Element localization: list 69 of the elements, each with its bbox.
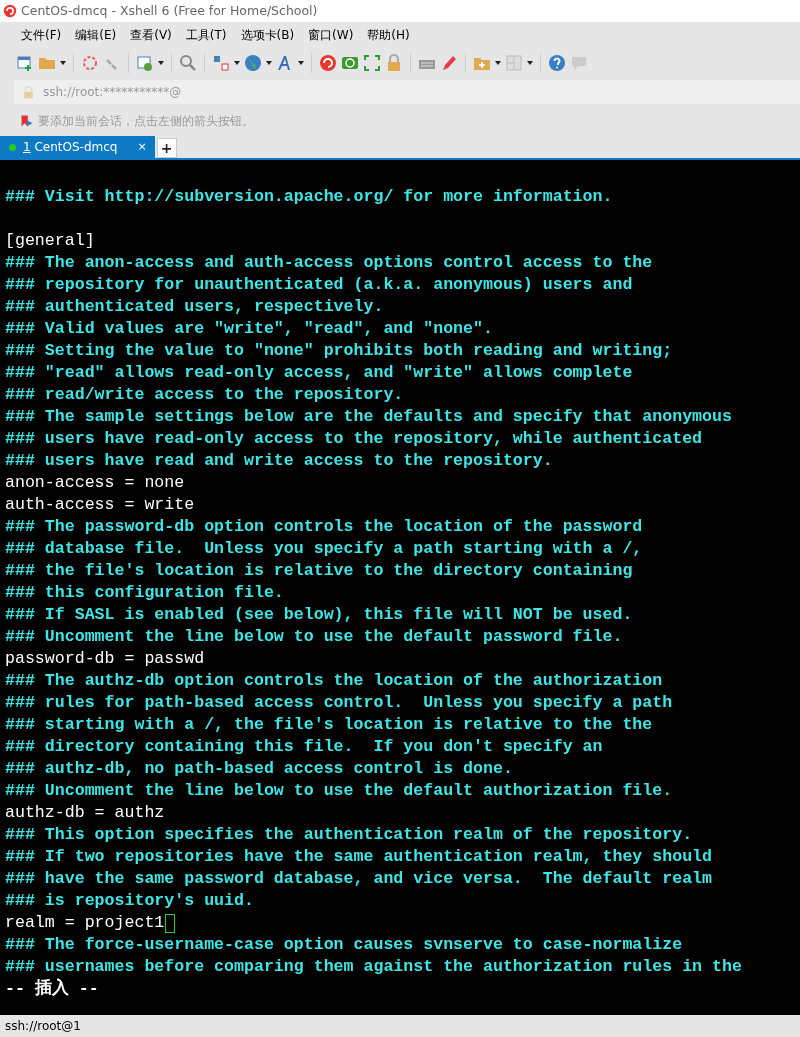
comment-line: ### The anon-access and auth-access options control access to the (5, 252, 653, 274)
config-line: realm = project1 (5, 912, 165, 934)
comment-line: ### authenticated users, respectively. (5, 296, 384, 318)
session-tab[interactable]: 1 CentOS-dmcq × (0, 136, 155, 158)
bookmark-arrow-icon (20, 114, 34, 128)
help-icon[interactable] (548, 54, 566, 72)
comment-line: ### Visit http://subversion.apache.org/ for more information. (5, 186, 613, 208)
comment-line: ### directory containing this file. If you don't specify an (5, 736, 603, 758)
comment-line: ### starting with a /, the file's location is relative to the the (5, 714, 653, 736)
dropdown-caret-icon[interactable] (234, 61, 240, 65)
layout-icon[interactable] (212, 54, 230, 72)
lock-icon[interactable] (385, 54, 403, 72)
comment-line: ### authz-db, no path-based access control is done. (5, 758, 513, 780)
comment-line: ### If SASL is enabled (see below), this file will NOT be used. (5, 604, 633, 626)
menu-item[interactable]: 编辑(E) (68, 26, 124, 44)
comment-line: ### rules for path-based access control. Unless you specify a path (5, 692, 673, 714)
app-logo-icon[interactable] (319, 54, 337, 72)
comment-line: ### is repository's uuid. (5, 890, 254, 912)
comment-line: ### The authz-db option controls the location of the authorization (5, 670, 663, 692)
mode-indicator: -- 插入 -- (5, 978, 99, 1000)
comment-line: ### "read" allows read-only access, and "write" allows complete (5, 362, 633, 384)
app-logo-icon (3, 4, 17, 18)
dropdown-caret-icon[interactable] (60, 61, 66, 65)
comment-line: ### Uncomment the line below to use the default password file. (5, 626, 623, 648)
status-text: ssh://root@1 (5, 1018, 81, 1035)
comment-line: ### have the same password database, and vice versa. The default realm (5, 868, 712, 890)
config-line: authz-db = authz (5, 802, 165, 824)
comment-line: ### read/write access to the repository. (5, 384, 404, 406)
fullscreen-icon[interactable] (363, 54, 381, 72)
dropdown-caret-icon[interactable] (495, 61, 501, 65)
window-title: CentOS-dmcq - Xshell 6 (Free for Home/School) (21, 1, 318, 20)
comment-line: ### Setting the value to "none" prohibits both reading and writing; (5, 340, 673, 362)
comment-line: ### the file's location is relative to the directory containing (5, 560, 633, 582)
dropdown-caret-icon[interactable] (298, 61, 304, 65)
dropdown-caret-icon[interactable] (266, 61, 272, 65)
menu-item[interactable]: 工具(T) (178, 26, 234, 44)
dropdown-caret-icon[interactable] (158, 61, 164, 65)
comment-line: ### Valid values are "write", "read", and "none". (5, 318, 493, 340)
menu-item[interactable]: 帮助(H) (360, 26, 417, 44)
new-session-icon[interactable] (16, 54, 34, 72)
disconnect-icon[interactable] (81, 54, 99, 72)
comment-line: ### usernames before comparing them against the authorization rules in the (5, 956, 742, 978)
hint-text: 要添加当前会话，点击左侧的箭头按钮。 (38, 113, 254, 130)
comment-line: ### The password-db option controls the location of the password (5, 516, 643, 538)
config-line: auth-access = write (5, 494, 195, 516)
comment-line: ### this configuration file. (5, 582, 284, 604)
close-button[interactable]: × (137, 138, 147, 156)
config-line: anon-access = none (5, 472, 185, 494)
config-line: [general] (5, 230, 95, 252)
menu-item[interactable]: 查看(V) (123, 26, 179, 44)
config-line: password-db = passwd (5, 648, 205, 670)
comment-line: ### repository for unauthenticated (a.k.a. anonymous) users and (5, 274, 633, 296)
menu-item[interactable]: 窗口(W) (301, 26, 361, 44)
comment-line: ### Uncomment the line below to use the default authorization file. (5, 780, 673, 802)
pen-icon[interactable] (440, 54, 458, 72)
comment-line: ### The sample settings below are the defaults and specify that anonymous (5, 406, 732, 428)
comment-line: ### users have read and write access to the repository. (5, 450, 553, 472)
comment-line: ### users have read-only access to the repository, while authenticated (5, 428, 703, 450)
new-tab-button[interactable]: + (156, 138, 177, 158)
comment-line: ### This option specifies the authentication realm of the repository. (5, 824, 693, 846)
menu-item[interactable]: 选项卡(B) (233, 26, 302, 44)
search-icon[interactable] (179, 54, 197, 72)
comment-line: ### database file. Unless you specify a path starting with a /, (5, 538, 643, 560)
dropdown-caret-icon[interactable] (527, 61, 533, 65)
lock-icon (22, 85, 35, 99)
tab-label: 1 CentOS-dmcq (23, 139, 118, 156)
comment-line: ### The force-username-case option causes svnserve to case-normalize (5, 934, 683, 956)
comment-line: ### If two repositories have the same authentication realm, they should (5, 846, 712, 868)
menu-item[interactable]: 文件(F) (14, 26, 69, 44)
